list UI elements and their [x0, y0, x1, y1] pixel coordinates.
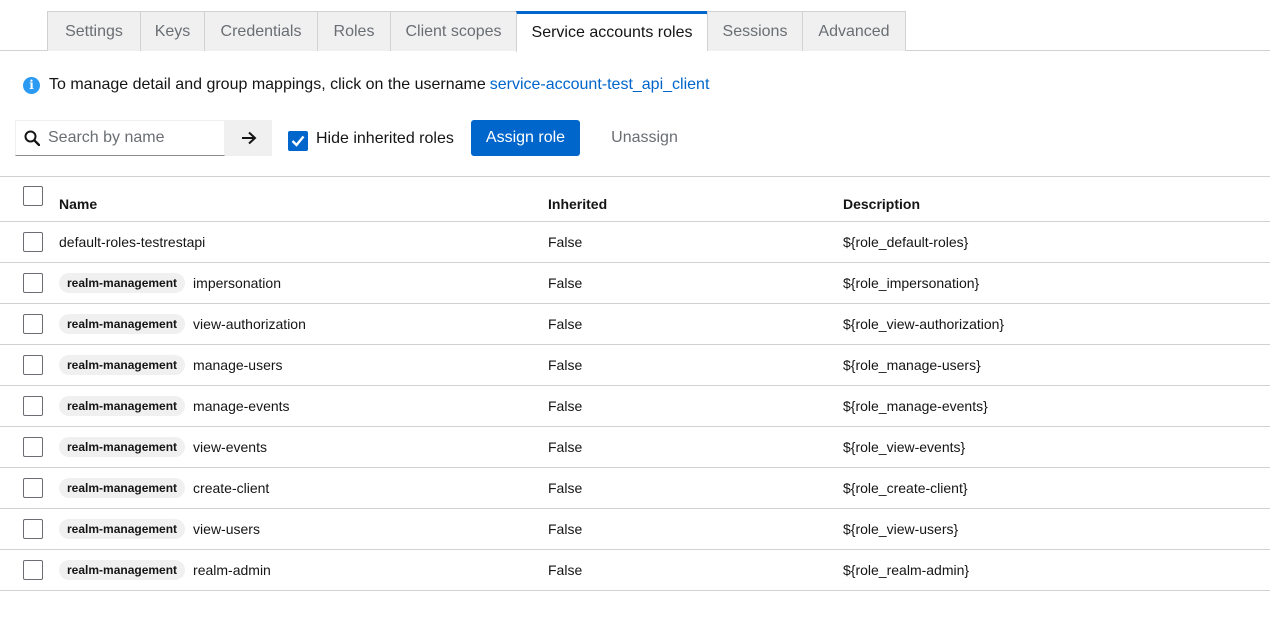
tab-bar: Settings Keys Credentials Roles Client scope… [0, 0, 1270, 52]
table-row: realm-management view-users False ${role_vi… [0, 509, 1270, 550]
client-badge: realm-management [59, 560, 186, 580]
hide-inherited-checkbox[interactable] [288, 131, 308, 151]
role-description: ${role_create-client} [843, 480, 968, 496]
column-header-inherited: Inherited [548, 196, 608, 212]
search-group [15, 120, 272, 156]
column-header-name: Name [59, 196, 98, 212]
client-badge: realm-management [59, 314, 186, 334]
role-inherited: False [548, 398, 583, 414]
table-row: realm-management create-client False ${role… [0, 468, 1270, 509]
roles-table: Name Inherited Description default-roles… [0, 176, 1270, 591]
arrow-right-icon [241, 131, 256, 145]
client-badge: realm-management [59, 273, 186, 293]
select-all-checkbox[interactable] [23, 186, 43, 206]
row-checkbox[interactable] [23, 519, 43, 539]
table-row: realm-management impersonation False ${role… [0, 263, 1270, 304]
search-submit-button[interactable] [225, 120, 272, 156]
role-name: realm-admin [193, 562, 271, 578]
role-inherited: False [548, 480, 583, 496]
tab-service-accounts-roles[interactable]: Service accounts roles [516, 11, 707, 52]
tab-client-scopes[interactable]: Client scopes [390, 11, 516, 51]
role-inherited: False [548, 275, 583, 291]
client-badge: realm-management [59, 437, 186, 457]
info-icon: i [23, 76, 40, 94]
role-name: view-users [193, 521, 260, 537]
client-badge: realm-management [59, 355, 186, 375]
role-inherited: False [548, 439, 583, 455]
row-checkbox[interactable] [23, 314, 43, 334]
client-badge: realm-management [59, 478, 186, 498]
role-inherited: False [548, 562, 583, 578]
service-account-user-link[interactable]: service-account-test_api_client [490, 76, 710, 94]
search-icon [16, 130, 48, 146]
tab-settings[interactable]: Settings [47, 11, 140, 51]
role-description: ${role_view-authorization} [843, 316, 1005, 332]
role-inherited: False [548, 316, 583, 332]
row-checkbox[interactable] [23, 478, 43, 498]
search-input[interactable] [48, 129, 218, 147]
table-row: realm-management view-events False ${role_v… [0, 427, 1270, 468]
info-text: To manage detail and group mappings, cli… [49, 76, 486, 93]
role-inherited: False [548, 357, 583, 373]
hide-inherited-label: Hide inherited roles [316, 130, 454, 147]
role-description: ${role_manage-events} [843, 398, 988, 414]
table-header: Name Inherited Description [0, 177, 1270, 222]
table-row: realm-management realm-admin False ${role_r… [0, 550, 1270, 591]
assign-role-button[interactable]: Assign role [471, 120, 580, 156]
tab-advanced[interactable]: Advanced [802, 11, 906, 51]
role-name: view-authorization [193, 316, 306, 332]
info-message: i To manage detail and group mappings, c… [23, 76, 709, 94]
role-description: ${role_view-events} [843, 439, 966, 455]
search-box [15, 120, 225, 156]
table-row: default-roles-testrestapi False ${role_def… [0, 222, 1270, 263]
role-inherited: False [548, 234, 583, 250]
hide-inherited-toggle: Hide inherited roles [288, 127, 454, 151]
role-description: ${role_manage-users} [843, 357, 981, 373]
role-inherited: False [548, 521, 583, 537]
role-description: ${role_view-users} [843, 521, 959, 537]
tab-sessions[interactable]: Sessions [707, 11, 802, 51]
role-name: view-events [193, 439, 267, 455]
client-badge: realm-management [59, 396, 186, 416]
row-checkbox[interactable] [23, 437, 43, 457]
table-row: realm-management manage-events False ${role… [0, 386, 1270, 427]
row-checkbox[interactable] [23, 396, 43, 416]
tab-credentials[interactable]: Credentials [204, 11, 317, 51]
column-header-description: Description [843, 196, 921, 212]
role-name: manage-users [193, 357, 283, 373]
row-checkbox[interactable] [23, 560, 43, 580]
table-body: default-roles-testrestapi False ${role_def… [0, 222, 1270, 591]
tab-roles[interactable]: Roles [317, 11, 390, 51]
role-description: ${role_impersonation} [843, 275, 980, 291]
role-description: ${role_default-roles} [843, 234, 969, 250]
table-row: realm-management manage-users False ${role_… [0, 345, 1270, 386]
row-checkbox[interactable] [23, 232, 43, 252]
role-name: create-client [193, 480, 270, 496]
role-description: ${role_realm-admin} [843, 562, 970, 578]
check-icon [291, 135, 305, 147]
client-badge: realm-management [59, 519, 186, 539]
table-row: realm-management view-authorization False $… [0, 304, 1270, 345]
unassign-button[interactable]: Unassign [596, 120, 693, 156]
role-name: impersonation [193, 275, 281, 291]
role-name: default-roles-testrestapi [59, 234, 206, 250]
row-checkbox[interactable] [23, 355, 43, 375]
role-name: manage-events [193, 398, 290, 414]
tab-list: Settings Keys Credentials Roles Client scope… [47, 11, 906, 52]
tab-keys[interactable]: Keys [140, 11, 204, 51]
row-checkbox[interactable] [23, 273, 43, 293]
